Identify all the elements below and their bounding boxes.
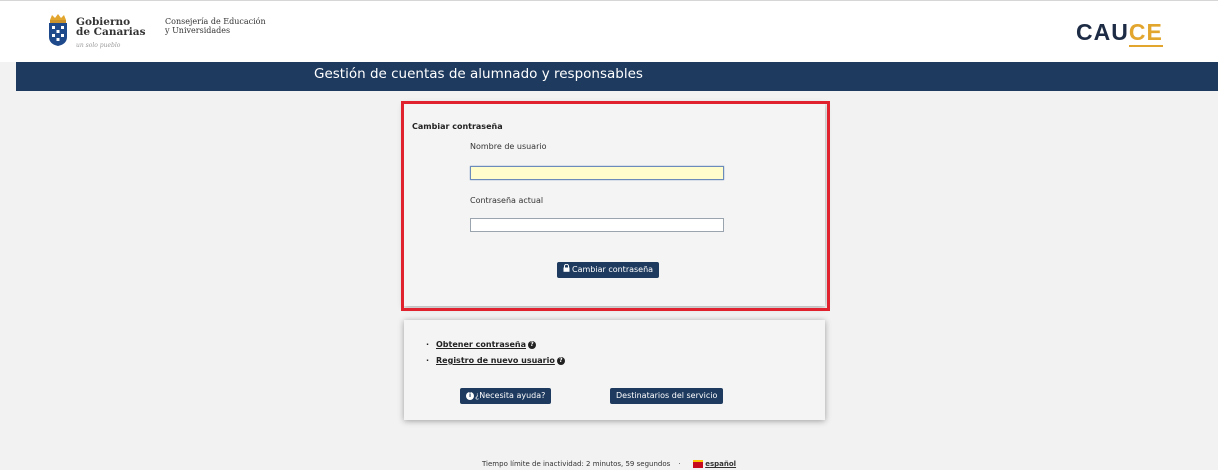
- help-links-panel: · Obtener contraseña? · Registro de nuevo …: [404, 320, 825, 420]
- site-header: Gobierno de Canarias un solo pueblo Cons…: [0, 1, 1218, 62]
- spain-flag-icon: [692, 460, 703, 468]
- language-selector[interactable]: español: [705, 460, 736, 468]
- info-circle-icon: i: [466, 391, 474, 400]
- register-new-user-link[interactable]: Registro de nuevo usuario: [436, 356, 555, 365]
- current-password-label: Contraseña actual: [470, 196, 544, 205]
- gobierno-name: Gobierno de Canarias: [76, 17, 146, 38]
- need-help-button-label: ¿Necesita ayuda?: [475, 391, 546, 400]
- gobierno-line-2: de Canarias: [76, 26, 146, 38]
- title-bar: Gestión de cuentas de alumnado y respons…: [16, 62, 1218, 91]
- service-recipients-button-label: Destinatarios del servicio: [616, 391, 718, 400]
- canarias-crest-icon: [49, 14, 67, 46]
- panel-title: Cambiar contraseña: [412, 122, 503, 131]
- page-title: Gestión de cuentas de alumnado y respons…: [314, 66, 643, 82]
- question-circle-icon[interactable]: ?: [528, 340, 537, 349]
- obtain-password-link[interactable]: Obtener contraseña: [436, 340, 526, 349]
- list-item: · Registro de nuevo usuario?: [426, 356, 565, 365]
- footer-separator: ·: [678, 460, 681, 468]
- inactivity-timer: Tiempo límite de inactividad: 2 minutos,…: [482, 460, 671, 468]
- current-password-input[interactable]: [470, 218, 724, 232]
- cauce-logo[interactable]: CAUCE: [1076, 19, 1163, 47]
- change-password-button[interactable]: Cambiar contraseña: [557, 262, 660, 278]
- consejeria-line-2: y Universidades: [165, 25, 231, 35]
- change-password-button-label: Cambiar contraseña: [572, 265, 654, 274]
- lock-icon: [563, 262, 570, 278]
- question-circle-icon[interactable]: ?: [556, 356, 565, 365]
- username-input[interactable]: [470, 166, 724, 180]
- cauce-logo-accent: CE: [1128, 19, 1163, 47]
- service-recipients-button[interactable]: Destinatarios del servicio: [610, 388, 724, 404]
- footer: Tiempo límite de inactividad: 2 minutos,…: [482, 460, 736, 468]
- need-help-button[interactable]: i ¿Necesita ayuda?: [460, 388, 552, 404]
- cauce-logo-main: CAU: [1076, 19, 1129, 45]
- username-label: Nombre de usuario: [470, 142, 547, 151]
- change-password-panel: Cambiar contraseña Nombre de usuario Con…: [404, 104, 825, 306]
- gobierno-tagline: un solo pueblo: [76, 42, 121, 49]
- list-item: · Obtener contraseña?: [426, 340, 537, 349]
- consejeria-name: Consejería de Educación y Universidades: [165, 17, 266, 35]
